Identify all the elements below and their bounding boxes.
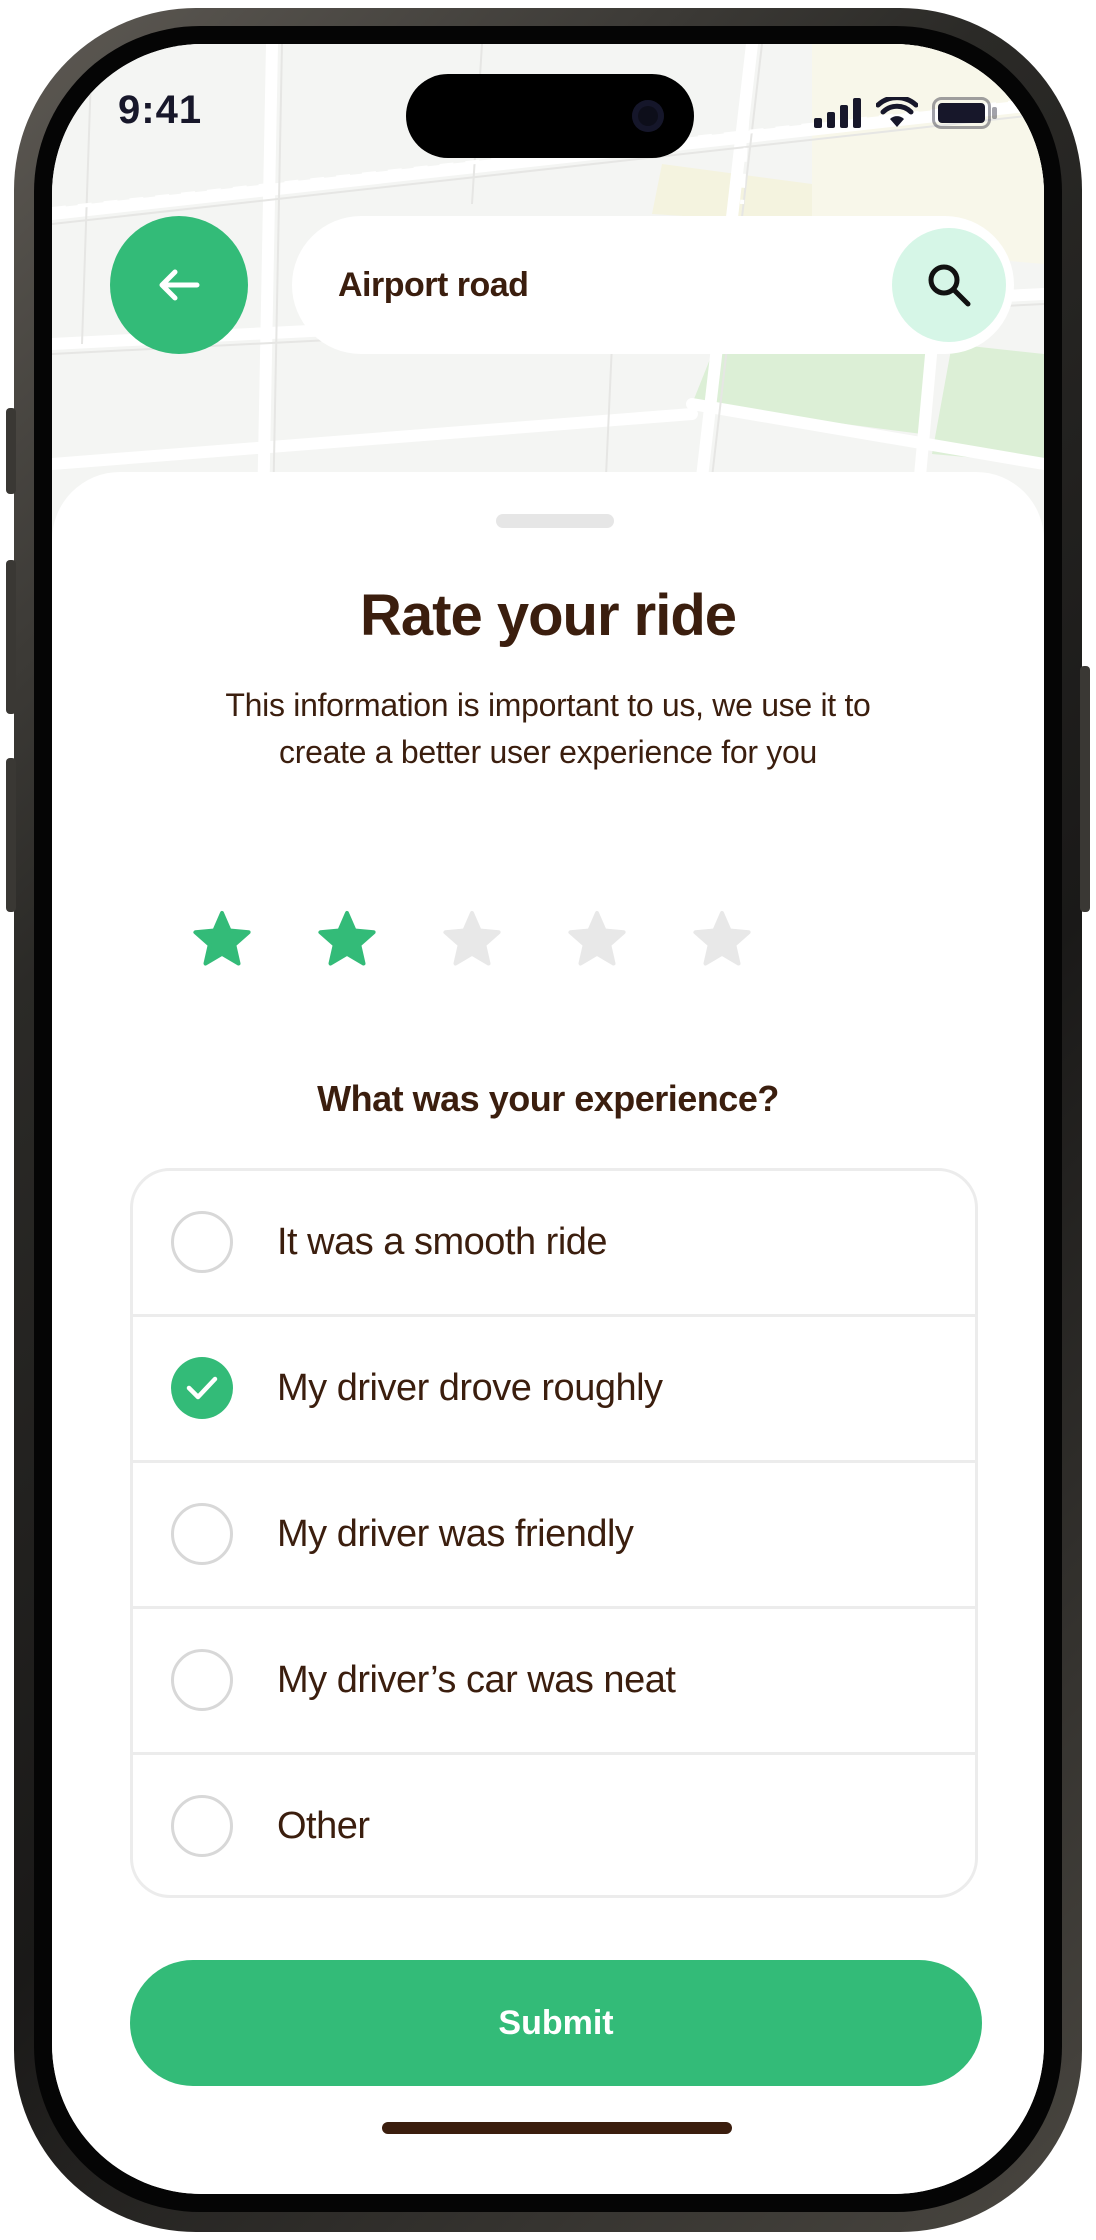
dynamic-island [406,74,694,158]
star-5-icon[interactable] [690,908,754,972]
experience-options: It was a smooth ride My driver drove rou… [130,1168,978,1898]
radio-button[interactable] [171,1649,233,1711]
status-time: 9:41 [118,88,203,132]
option-label: My driver was friendly [277,1513,634,1555]
rating-sheet: Rate your ride This information is impor… [52,472,1044,2194]
radio-button[interactable] [171,1211,233,1273]
option-label: It was a smooth ride [277,1221,608,1263]
star-2-icon[interactable] [315,908,379,972]
action-button [6,408,16,494]
search-input[interactable]: Airport road [338,216,529,354]
volume-up-button [6,560,16,714]
star-3-icon[interactable] [440,908,504,972]
page-title: Rate your ride [360,583,737,648]
status-icons [814,96,998,130]
cellular-signal-icon [814,98,861,128]
star-4-icon[interactable] [565,908,629,972]
search-bar[interactable]: Airport road [292,216,1014,354]
option-car-neat[interactable]: My driver’s car was neat [133,1609,975,1755]
experience-question: What was your experience? [317,1078,779,1119]
radio-button[interactable] [171,1503,233,1565]
power-button [1080,666,1090,912]
search-icon [928,264,971,307]
radio-button[interactable] [171,1357,233,1419]
option-driver-friendly[interactable]: My driver was friendly [133,1463,975,1609]
phone-screen: 9:41 Airport road Rate your ride This in… [52,44,1044,2194]
wifi-icon [876,97,918,127]
sheet-drag-handle[interactable] [496,514,614,528]
search-button[interactable] [892,228,1006,342]
option-label: My driver drove roughly [277,1367,663,1409]
battery-icon [932,97,997,129]
home-indicator [382,2122,732,2134]
option-label: Other [277,1805,370,1847]
volume-down-button [6,758,16,912]
checkmark-icon [186,1376,218,1400]
radio-button[interactable] [171,1795,233,1857]
arrow-left-icon [159,269,200,301]
page-subtitle: This information is important to us, we … [225,687,871,770]
submit-button[interactable]: Submit [130,1960,982,2086]
option-label: My driver’s car was neat [277,1659,676,1701]
option-smooth-ride[interactable]: It was a smooth ride [133,1171,975,1317]
back-button[interactable] [110,216,248,354]
star-1-icon[interactable] [190,908,254,972]
option-other[interactable]: Other [133,1755,975,1895]
option-drove-roughly[interactable]: My driver drove roughly [133,1317,975,1463]
front-camera [632,100,664,132]
